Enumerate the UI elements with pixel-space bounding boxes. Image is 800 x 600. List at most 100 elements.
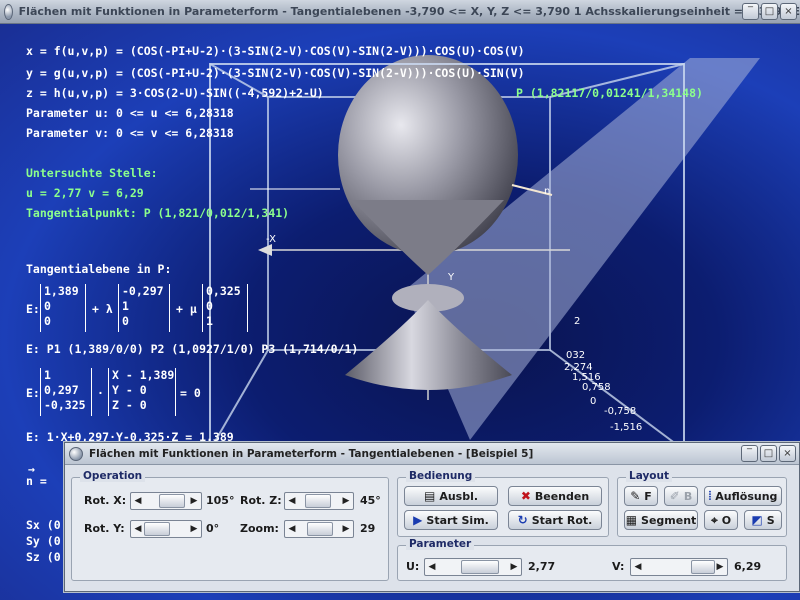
rot-x-value: 105°: [206, 494, 235, 507]
operation-title: Operation: [80, 470, 146, 482]
start-sim-button[interactable]: ▶ Start Sim.: [404, 510, 498, 530]
intercept-sz: Sz (0: [26, 550, 61, 564]
start-rot-button[interactable]: ↻ Start Rot.: [508, 510, 602, 530]
rot-y-slider[interactable]: ◀ ▶: [130, 520, 202, 538]
maximize-button[interactable]: □: [761, 3, 778, 20]
dialog-title: Flächen mit Funktionen in Parameterform …: [89, 447, 534, 460]
rot-y-label: Rot. Y:: [84, 522, 125, 535]
arrow-left-icon[interactable]: ◀: [286, 522, 298, 536]
v-slider[interactable]: ◀ ▶: [630, 558, 728, 576]
minimize-button[interactable]: ‾: [742, 3, 759, 20]
control-dialog: Flächen mit Funktionen in Parameterform …: [64, 442, 800, 592]
formula-y: y = g(u,v,p) = (COS(-PI+U-2)·(3-SIN(2-V)…: [26, 66, 525, 80]
window-titlebar: Flächen mit Funktionen in Parameterform …: [0, 0, 800, 24]
point-heading: Untersuchte Stelle:: [26, 166, 158, 180]
dot-operator: ·: [97, 386, 104, 400]
slider-thumb[interactable]: [144, 522, 170, 536]
b-button[interactable]: ✐ B: [664, 486, 698, 506]
z-tick: 0,758: [582, 382, 611, 393]
bedienung-group: Bedienung ▤ Ausbl. ✖ Beenden ▶ Start Sim…: [397, 470, 609, 537]
plane-heading: Tangentialebene in P:: [26, 262, 172, 276]
segment-button[interactable]: ▦ Segment: [624, 510, 698, 530]
zoom-slider[interactable]: ◀ ▶: [284, 520, 354, 538]
arrow-right-icon[interactable]: ▶: [340, 494, 352, 508]
formula-z: z = h(u,v,p) = 3·COS(2-U)-SIN((-4,592)+2…: [26, 86, 324, 100]
dialog-minimize-button[interactable]: ‾: [741, 445, 758, 462]
arrow-left-icon[interactable]: ◀: [632, 560, 644, 574]
operation-group: Operation Rot. X: ◀ ▶ 105° Rot. Z: ◀ ▶ 4…: [71, 470, 389, 581]
arrow-left-icon[interactable]: ◀: [132, 494, 144, 508]
u-slider[interactable]: ◀ ▶: [424, 558, 522, 576]
lambda-label: + λ: [92, 302, 113, 316]
rot-x-label: Rot. X:: [84, 494, 127, 507]
z-tick: 2: [574, 316, 581, 327]
u-value: 2,77: [528, 560, 556, 573]
point-difference-column: X - 1,389 Y - 0 Z - 0: [108, 368, 176, 416]
formula-x: x = f(u,v,p) = (COS(-PI+U-2)·(3-SIN(2-V)…: [26, 44, 525, 58]
arrow-right-icon[interactable]: ▶: [340, 522, 352, 536]
z-tick: 0: [590, 396, 597, 407]
slider-thumb[interactable]: [461, 560, 499, 574]
point-label-3d: P (1,82117/0,01241/1,34148): [516, 86, 703, 100]
z-tick: -1,516: [610, 422, 643, 433]
parameter-group: Parameter U: ◀ ▶ 2,77 V: ◀ ▶ 6,29: [397, 538, 787, 581]
exit-button[interactable]: ✖ Beenden: [508, 486, 602, 506]
arrow-left-icon[interactable]: ◀: [426, 560, 438, 574]
u-label: U:: [406, 560, 420, 573]
app-icon[interactable]: [4, 3, 13, 20]
hide-button[interactable]: ▤ Ausbl.: [404, 486, 498, 506]
resolution-icon: ⦙: [708, 489, 712, 503]
window-title: Flächen mit Funktionen in Parameterform …: [18, 5, 800, 18]
tangent-point: Tangentialpunkt: P (1,821/0,012/1,341): [26, 206, 290, 220]
arrow-right-icon[interactable]: ▶: [188, 522, 200, 536]
rot-z-slider[interactable]: ◀ ▶: [284, 492, 354, 510]
y-axis-label: Y: [448, 272, 455, 283]
arrow-left-icon[interactable]: ◀: [286, 494, 298, 508]
dialog-close-button[interactable]: ×: [779, 445, 796, 462]
vector-direction-1: -0,297 1 0: [118, 284, 170, 332]
v-value: 6,29: [734, 560, 762, 573]
dialog-maximize-button[interactable]: □: [760, 445, 777, 462]
hide-icon: ▤: [423, 489, 436, 503]
play-icon: ▶: [413, 513, 423, 527]
normal-label: n: [544, 186, 551, 197]
v-label: V:: [612, 560, 625, 573]
arrow-right-icon[interactable]: ▶: [188, 494, 200, 508]
rot-y-value: 0°: [206, 522, 220, 535]
arrow-right-icon[interactable]: ▶: [714, 560, 726, 574]
slider-thumb[interactable]: [307, 522, 333, 536]
plane-e-label: E:: [26, 302, 40, 316]
slider-thumb[interactable]: [305, 494, 331, 508]
arrow-left-icon[interactable]: ◀: [132, 522, 144, 536]
resolution-button[interactable]: ⦙ Auflösung: [704, 486, 782, 506]
grid-icon: ▦: [625, 513, 638, 527]
zoom-value: 29: [360, 522, 376, 535]
dialog-icon[interactable]: [69, 446, 83, 461]
start-sim-label: Start Sim.: [426, 513, 489, 527]
vector-direction-2: 0,325 0 1: [202, 284, 248, 332]
exit-button-label: Beenden: [534, 489, 590, 503]
point-uv: u = 2,77 v = 6,29: [26, 186, 144, 200]
slider-thumb[interactable]: [691, 560, 715, 574]
close-button[interactable]: ×: [780, 3, 797, 20]
layout-group: Layout ✎ F ✐ B ⦙ Auflösung ▦ Segment ⌖ O…: [617, 470, 787, 537]
paint-icon: ◩: [751, 513, 763, 527]
rotate-icon: ↻: [517, 513, 528, 527]
function-button[interactable]: ✎ F: [624, 486, 658, 506]
normal-e-label: E:: [26, 386, 40, 400]
crosshair-icon: ⌖: [710, 513, 718, 527]
equals-zero: = 0: [180, 386, 201, 400]
param-v-range: Parameter v: 0 <= v <= 6,28318: [26, 126, 234, 140]
rot-z-value: 45°: [360, 494, 381, 507]
origin-button[interactable]: ⌖ O: [704, 510, 738, 530]
s-button[interactable]: ◩ S: [744, 510, 782, 530]
normal-vector-column: 1 0,297 -0,325: [40, 368, 92, 416]
z-tick: -0,758: [604, 406, 637, 417]
x-axis-arrow: [258, 244, 272, 256]
slider-thumb[interactable]: [159, 494, 185, 508]
arrow-right-icon[interactable]: ▶: [508, 560, 520, 574]
rot-x-slider[interactable]: ◀ ▶: [130, 492, 202, 510]
start-rot-label: Start Rot.: [531, 513, 593, 527]
vector-support: 1,389 0 0: [40, 284, 86, 332]
mu-label: + μ: [176, 302, 197, 316]
